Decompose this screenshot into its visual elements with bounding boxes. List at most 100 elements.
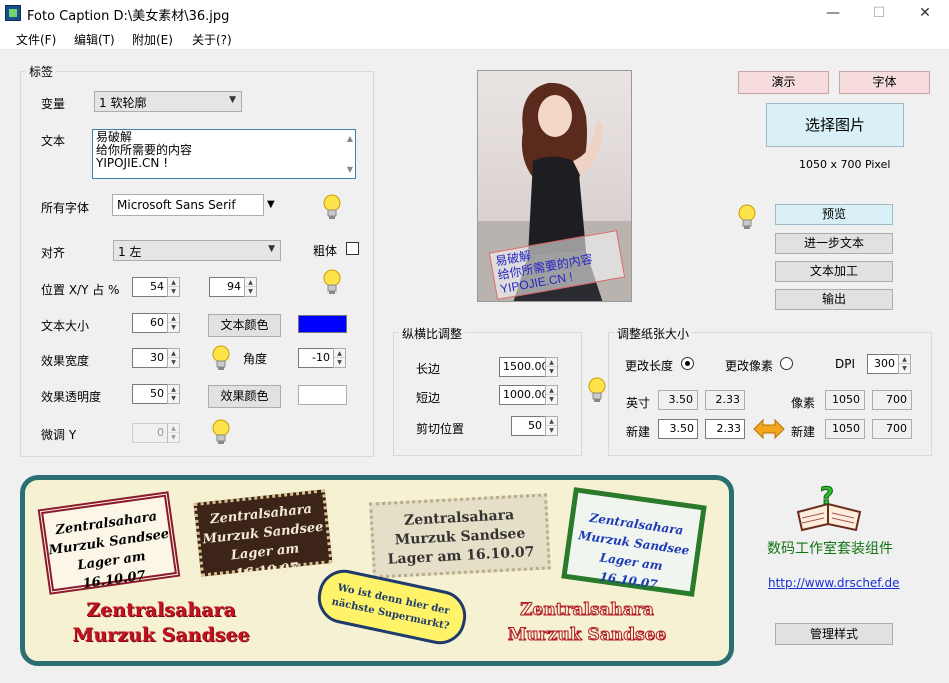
effect-opacity-stepper[interactable]: ▲ ▼: [167, 384, 180, 404]
change-pixel-label: 更改像素: [725, 359, 774, 373]
fine-y-input[interactable]: 0: [132, 423, 168, 443]
red-left-line-2: Murzuk Sandsee: [72, 624, 250, 646]
title-bar: Foto Caption D:\美女素材\36.jpg — ☐ ✕: [0, 0, 949, 28]
tags-group-title: 标签: [26, 63, 57, 80]
font-dropdown-icon[interactable]: ▼: [267, 199, 275, 210]
text-size-input[interactable]: 60: [132, 313, 168, 333]
font-button[interactable]: 字体: [839, 71, 930, 94]
crop-position-stepper[interactable]: ▲ ▼: [545, 416, 558, 436]
position-label: 位置 X/Y 占 %: [41, 283, 120, 297]
lightbulb-icon[interactable]: [736, 203, 758, 233]
font-label: 所有字体: [41, 201, 90, 215]
lightbulb-icon[interactable]: [210, 344, 232, 374]
lightbulb-icon[interactable]: [321, 268, 343, 298]
help-book-icon: ?: [796, 482, 862, 532]
new-pixel-width-field: 1050: [825, 419, 865, 439]
inch-label: 英寸: [626, 396, 651, 410]
text-color-button[interactable]: 文本颜色: [208, 314, 281, 337]
new-inch-width-input[interactable]: 3.50: [658, 419, 698, 439]
sample-outlined-text-right[interactable]: Zentralsahara Murzuk Sandsee: [487, 598, 687, 648]
image-size-label: 1050 x 700 Pixel: [799, 158, 891, 171]
effect-color-button[interactable]: 效果颜色: [208, 385, 281, 408]
style-samples-panel[interactable]: Zentralsahara Murzuk Sandsee Lager am 16…: [20, 475, 734, 666]
align-select[interactable]: 1 左 ▼: [113, 240, 281, 261]
effect-width-input[interactable]: 30: [132, 348, 168, 368]
font-select[interactable]: Microsoft Sans Serif: [112, 194, 264, 216]
sample-stamp-1[interactable]: Zentralsahara Murzuk Sandsee Lager am 16…: [37, 491, 181, 595]
bold-checkbox[interactable]: [346, 242, 359, 255]
long-side-input[interactable]: 1500.00: [499, 357, 549, 377]
text-size-label: 文本大小: [41, 319, 90, 333]
short-side-input[interactable]: 1000.00: [499, 385, 549, 405]
long-side-stepper[interactable]: ▲ ▼: [545, 357, 558, 377]
preview-button[interactable]: 预览: [775, 204, 893, 225]
sample-stamp-3[interactable]: Zentralsahara Murzuk Sandsee Lager am 16…: [369, 493, 551, 579]
svg-text:?: ?: [820, 482, 834, 510]
change-length-radio[interactable]: [681, 357, 694, 370]
scroll-up-icon[interactable]: ▲: [347, 132, 353, 145]
effect-opacity-label: 效果透明度: [41, 390, 102, 404]
inch-height-field: 2.33: [705, 390, 745, 410]
new-inch-height-input[interactable]: 2.33: [705, 419, 745, 439]
bold-label: 粗体: [313, 244, 338, 258]
dpi-label: DPI: [835, 357, 856, 371]
menu-edit[interactable]: 编辑(T): [74, 31, 115, 48]
new-pixel-label: 新建: [791, 425, 816, 439]
output-button[interactable]: 输出: [775, 289, 893, 310]
sample-red-text-left[interactable]: Zentralsahara Murzuk Sandsee: [51, 598, 271, 648]
change-pixel-radio[interactable]: [780, 357, 793, 370]
change-length-label: 更改长度: [625, 359, 674, 373]
menu-extra[interactable]: 附加(E): [132, 31, 173, 48]
angle-input[interactable]: -10: [298, 348, 334, 368]
crop-position-input[interactable]: 50: [511, 416, 546, 436]
pos-y-input[interactable]: 94: [209, 277, 245, 297]
red-right-line-1: Zentralsahara: [520, 600, 655, 621]
app-icon: [5, 5, 21, 21]
pos-y-stepper[interactable]: ▲ ▼: [244, 277, 257, 297]
caption-text-area[interactable]: 易破解 给你所需要的内容 YIPOJIE.CN ! ▲ ▼: [92, 129, 356, 179]
aspect-group-title: 纵横比调整: [399, 325, 466, 342]
maximize-button[interactable]: ☐: [856, 0, 902, 28]
minimize-button[interactable]: —: [810, 0, 856, 28]
further-text-button[interactable]: 进一步文本: [775, 233, 893, 254]
dpi-stepper[interactable]: ▲ ▼: [898, 354, 911, 374]
pos-x-input[interactable]: 54: [132, 277, 168, 297]
scroll-down-icon[interactable]: ▼: [347, 163, 353, 176]
short-side-stepper[interactable]: ▲ ▼: [545, 385, 558, 405]
effect-color-swatch[interactable]: [298, 385, 347, 405]
red-left-line-1: Zentralsahara: [86, 599, 236, 621]
effect-opacity-input[interactable]: 50: [132, 384, 168, 404]
new-pixel-height-field: 700: [872, 419, 912, 439]
variant-select[interactable]: 1 软轮廓 ▼: [94, 91, 242, 112]
swap-arrows-icon[interactable]: [753, 418, 785, 440]
text-color-swatch[interactable]: [298, 315, 347, 333]
menu-file[interactable]: 文件(F): [16, 31, 56, 48]
short-side-label: 短边: [416, 391, 441, 405]
effect-width-stepper[interactable]: ▲ ▼: [167, 348, 180, 368]
sample-stamp-4[interactable]: Zentralsahara Murzuk Sandsee Lager am 16…: [561, 487, 707, 597]
website-link[interactable]: http://www.drschef.de: [768, 576, 899, 590]
demo-button[interactable]: 演示: [738, 71, 829, 94]
text-process-button[interactable]: 文本加工: [775, 261, 893, 282]
fine-y-stepper[interactable]: ▲ ▼: [167, 423, 180, 443]
select-image-button[interactable]: 选择图片: [766, 103, 904, 147]
fine-y-label: 微调 Y: [41, 428, 77, 442]
lightbulb-icon[interactable]: [321, 193, 343, 223]
angle-label: 角度: [243, 352, 268, 366]
align-label: 对齐: [41, 246, 66, 260]
inch-width-field: 3.50: [658, 390, 698, 410]
lightbulb-icon[interactable]: [586, 376, 608, 406]
red-right-line-2: Murzuk Sandsee: [507, 625, 667, 646]
angle-stepper[interactable]: ▲ ▼: [333, 348, 346, 368]
long-side-label: 长边: [416, 362, 441, 376]
sample-stamp-2[interactable]: Zentralsahara Murzuk Sandsee Lager am 16…: [193, 489, 333, 582]
lightbulb-icon[interactable]: [210, 418, 232, 448]
manage-styles-button[interactable]: 管理样式: [775, 623, 893, 645]
dpi-input[interactable]: 300: [867, 354, 899, 374]
close-button[interactable]: ✕: [902, 0, 948, 28]
menu-about[interactable]: 关于(?): [192, 31, 232, 48]
menu-bar: 文件(F) 编辑(T) 附加(E) 关于(?): [0, 28, 949, 50]
text-size-stepper[interactable]: ▲ ▼: [167, 313, 180, 333]
crop-position-label: 剪切位置: [416, 422, 465, 436]
pos-x-stepper[interactable]: ▲ ▼: [167, 277, 180, 297]
